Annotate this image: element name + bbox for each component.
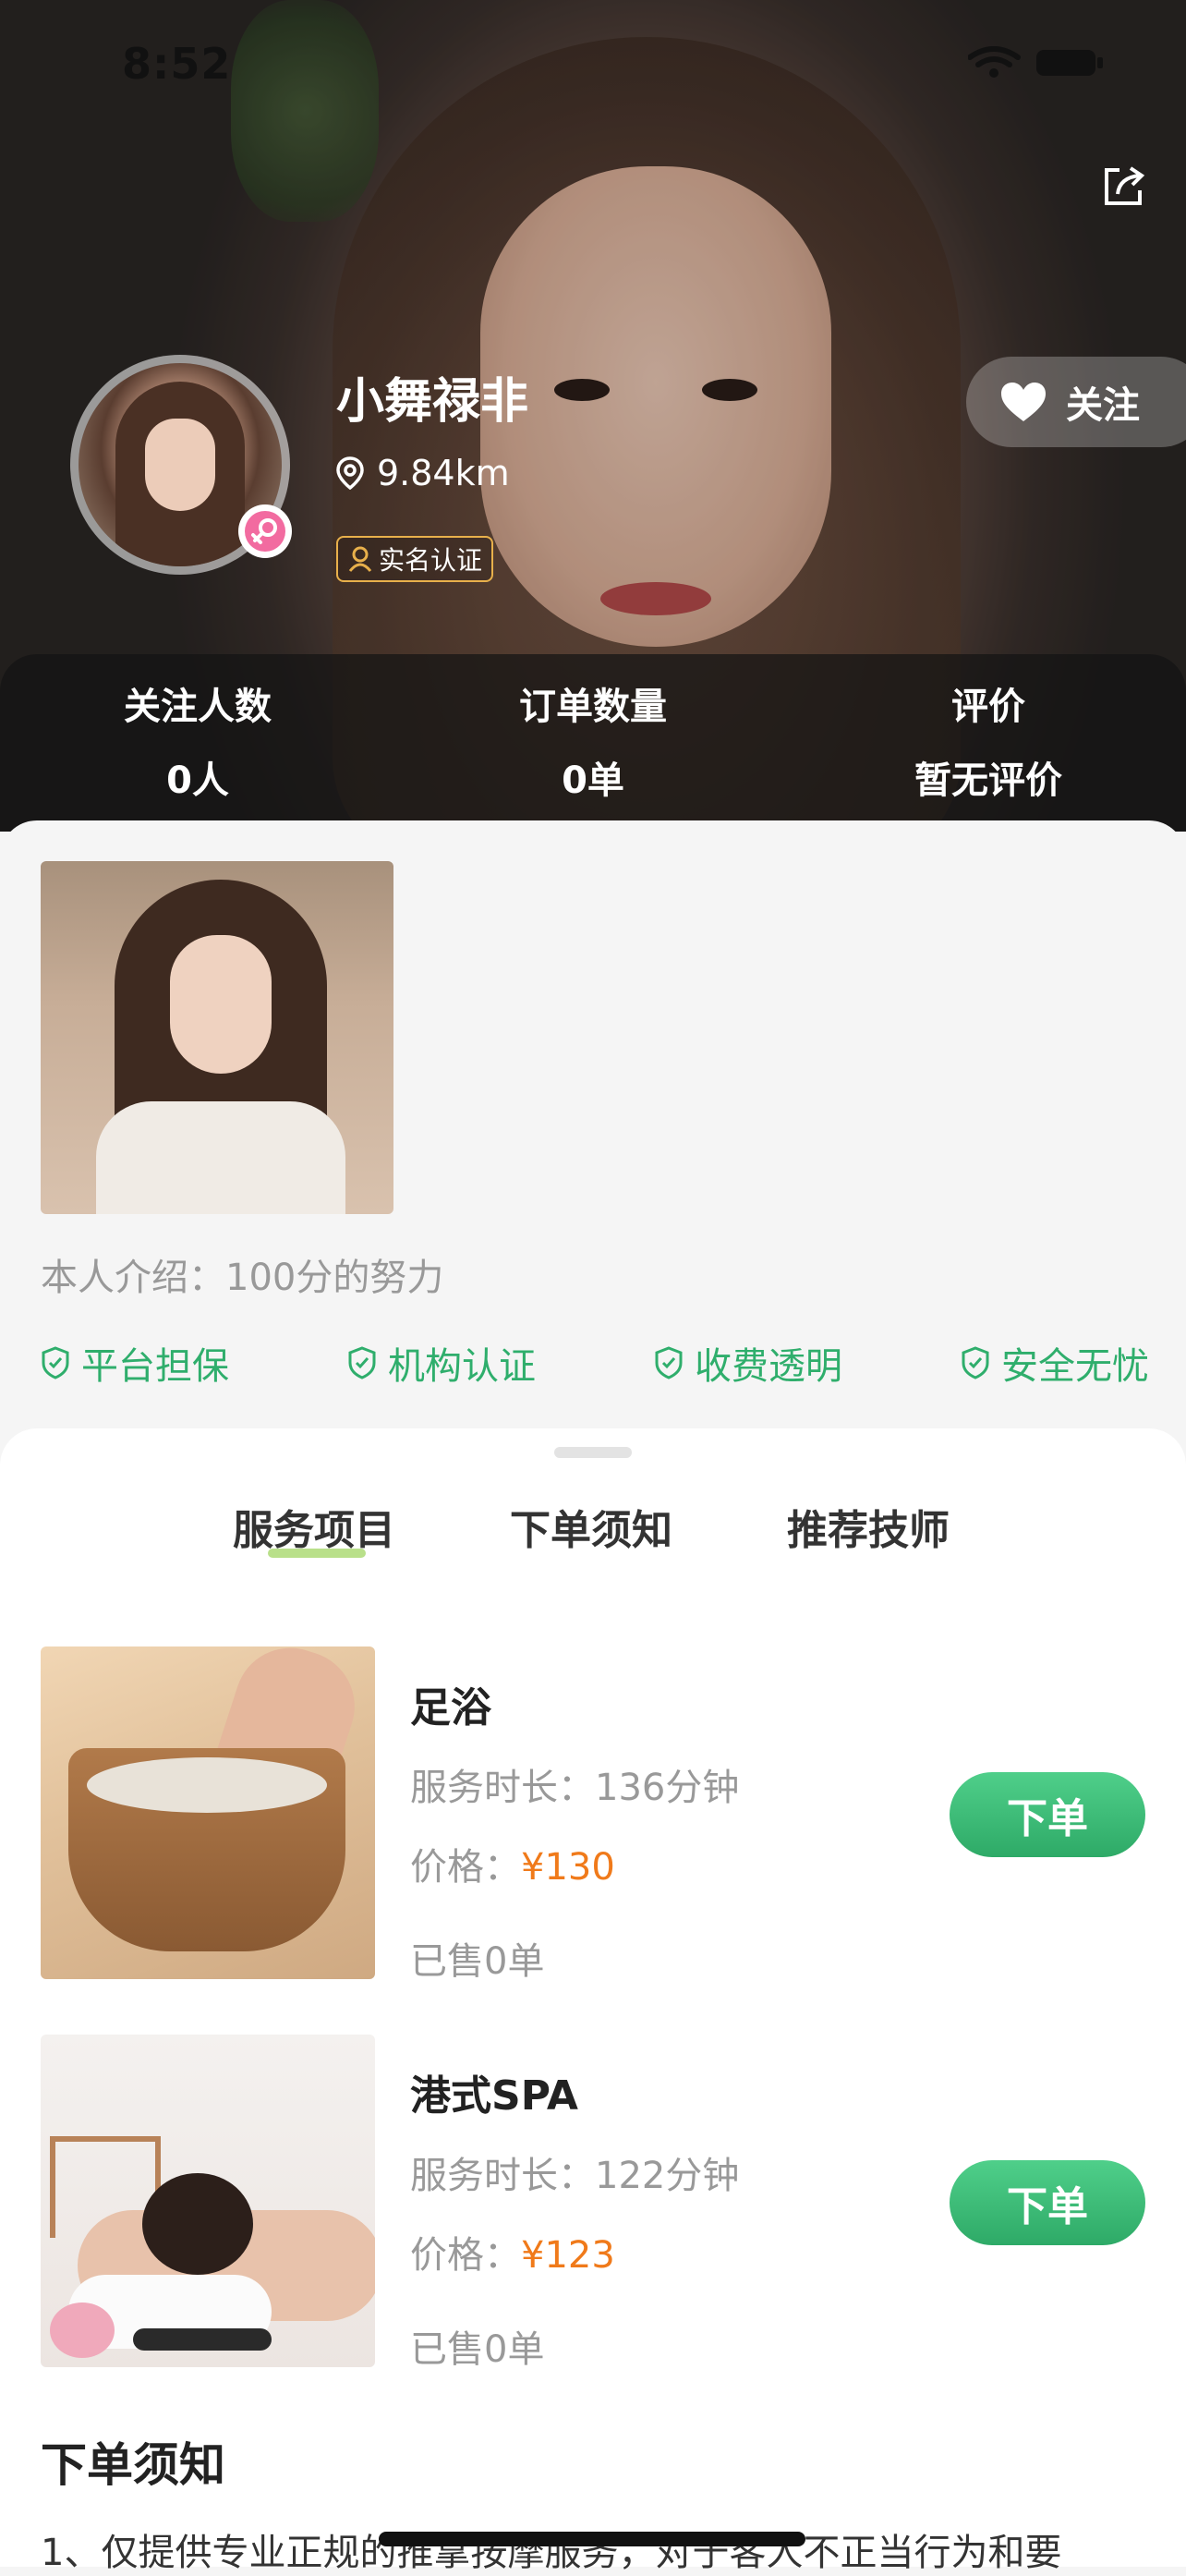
service-card[interactable]: 港式SPA 服务时长：122分钟 价格：¥123 已售0单 下单 [41,2035,1145,2371]
bottom-sheet [0,1428,1186,2567]
sheet-drag-handle[interactable] [554,1447,632,1458]
service-sold-count: 已售0单 [410,1940,545,1983]
follow-button[interactable]: 关注 [966,357,1186,447]
self-introduction: 本人介绍：100分的努力 [41,1257,444,1299]
guarantee-label: 机构认证 [388,1345,536,1388]
real-name-auth-badge: 实名认证 [336,536,494,582]
location-row: 9.84km [336,453,510,493]
active-tab-indicator [268,1549,366,1558]
service-price-row: 价格：¥123 [410,2225,615,2278]
stats-bar: 关注人数 0人 订单数量 0单 评价 暂无评价 [0,654,1186,832]
guarantee-label: 安全无忧 [1001,1345,1149,1388]
location-pin-icon [336,456,364,490]
wifi-icon [967,46,1021,78]
heart-icon [1001,383,1046,421]
home-indicator[interactable] [379,2532,805,2546]
stat-reviews[interactable]: 评价 暂无评价 [791,654,1186,832]
service-price-row: 价格：¥130 [410,1837,615,1890]
service-price: ¥130 [521,1846,615,1889]
battery-icon [1036,50,1103,76]
price-label: 价格： [410,1846,521,1889]
service-image-spa [41,2035,375,2367]
order-notice-text: 1、仅提供专业正规的推拿按摩服务，对于客人不正当行为和要 [41,2532,1062,2574]
stat-value: 0单 [562,759,624,802]
service-title: 足浴 [410,1684,491,1732]
tab-bar: 服务项目 下单须知 推荐技师 [0,1497,1186,1571]
shield-check-icon [655,1346,683,1379]
service-duration: 服务时长：122分钟 [410,2155,740,2197]
guarantee-list: 平台担保 机构认证 收费透明 安全无忧 [41,1336,1149,1390]
shield-check-icon [348,1346,376,1379]
user-verified-icon [348,546,372,572]
follow-label: 关注 [1066,384,1140,427]
stat-label: 订单数量 [519,686,667,728]
service-price: ¥123 [521,2234,615,2277]
status-time: 8:52 [122,39,232,89]
stat-value: 0人 [166,759,229,802]
order-button[interactable]: 下单 [950,2160,1145,2245]
guarantee-label: 收费透明 [695,1345,842,1388]
auth-label: 实名认证 [379,545,483,576]
tab-recommended-therapists[interactable]: 推荐技师 [787,1497,950,1556]
stat-label: 评价 [951,686,1025,728]
service-image-foot-bath [41,1646,375,1979]
status-icons [967,46,1107,79]
gallery-photo[interactable] [41,861,393,1214]
price-label: 价格： [410,2234,521,2277]
service-duration: 服务时长：136分钟 [410,1767,740,1809]
tab-service-items[interactable]: 服务项目 [233,1497,395,1556]
tab-order-notice[interactable]: 下单须知 [510,1497,672,1556]
distance-text: 9.84km [377,453,510,493]
guarantee-label: 平台担保 [81,1345,229,1388]
profile-name: 小舞禄非 [336,374,529,430]
shield-check-icon [962,1346,989,1379]
service-sold-count: 已售0单 [410,2328,545,2371]
guarantee-item: 平台担保 [41,1336,229,1390]
stat-label: 关注人数 [124,686,272,728]
order-button[interactable]: 下单 [950,1772,1145,1857]
service-card[interactable]: 足浴 服务时长：136分钟 价格：¥130 已售0单 下单 [41,1646,1145,1983]
stat-followers: 关注人数 0人 [0,654,395,832]
guarantee-item: 机构认证 [347,1336,536,1390]
share-icon[interactable] [1099,163,1147,211]
stat-orders: 订单数量 0单 [395,654,791,832]
shield-check-icon [42,1346,69,1379]
guarantee-item: 收费透明 [654,1336,842,1390]
guarantee-item: 安全无忧 [961,1336,1149,1390]
service-title: 港式SPA [410,2072,578,2120]
order-notice-title: 下单须知 [41,2438,225,2492]
female-gender-icon [238,504,292,558]
stat-value: 暂无评价 [914,759,1062,802]
